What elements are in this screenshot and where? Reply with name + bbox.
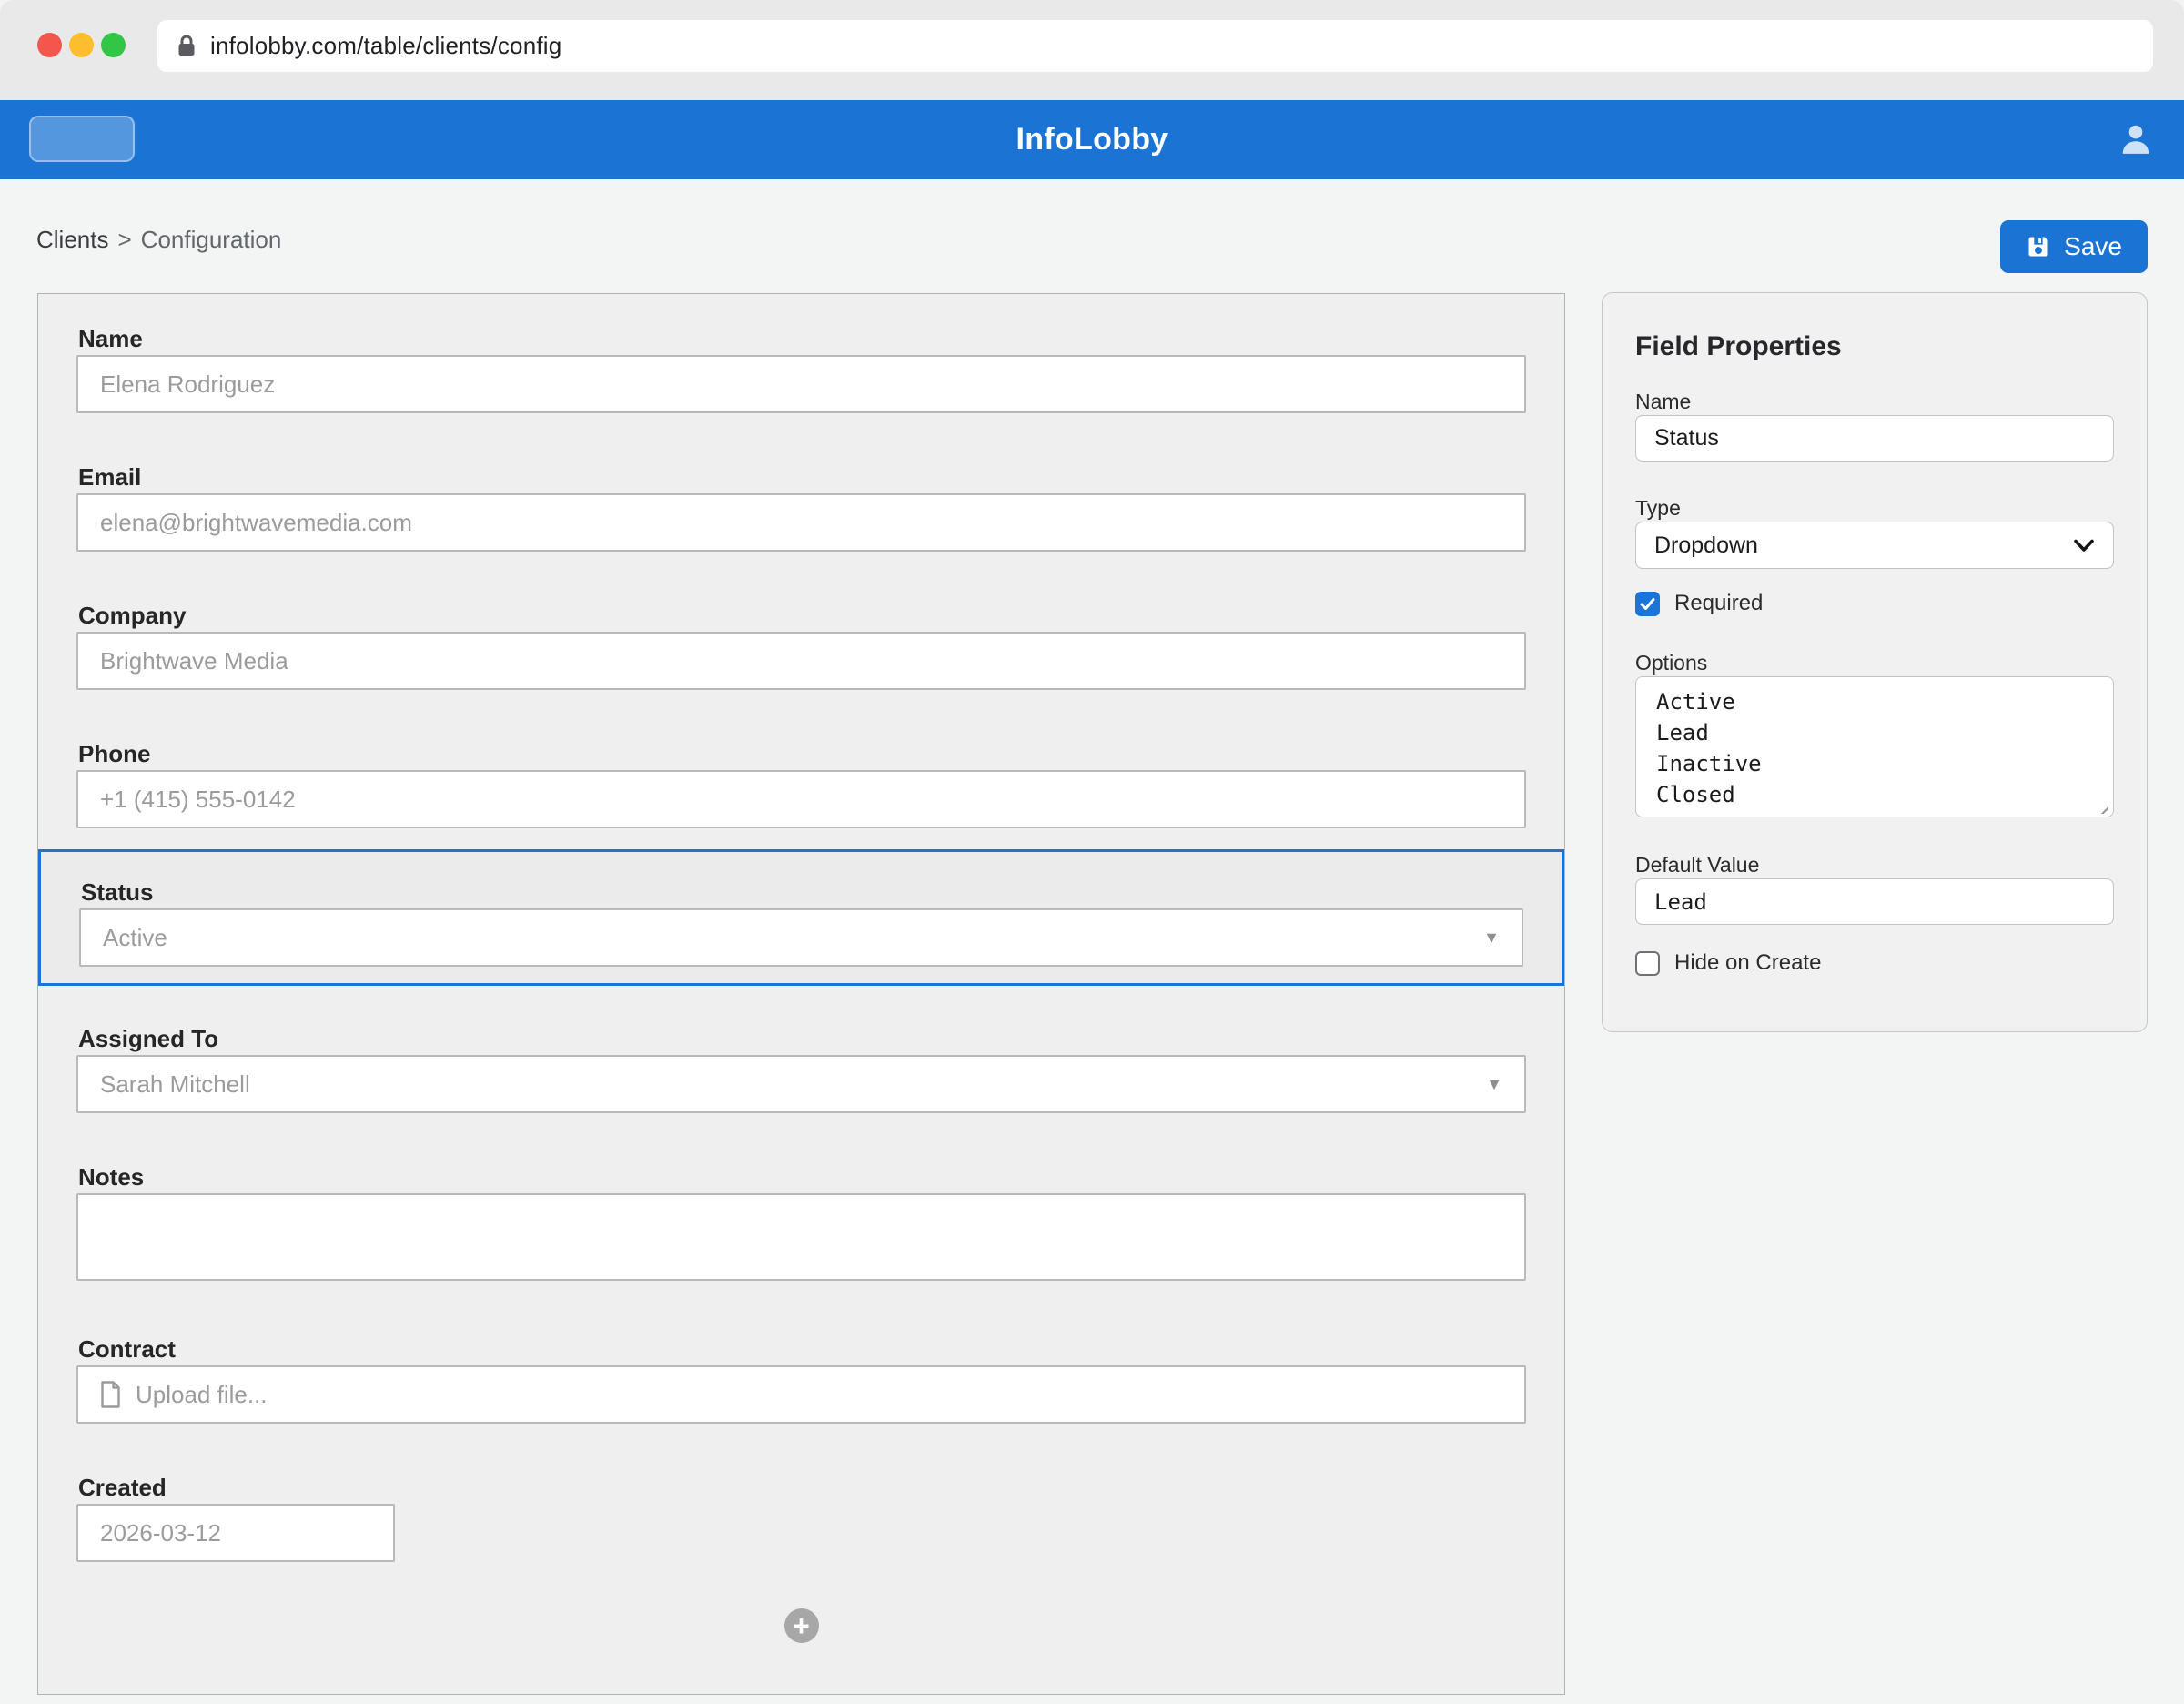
hide-on-create-label: Hide on Create (1674, 950, 1821, 976)
status-select-value: Active (103, 924, 167, 952)
field-row-assigned-to: Assigned To Sarah Mitchell ▼ (76, 1022, 1526, 1113)
user-icon[interactable] (2118, 122, 2153, 157)
field-label-company: Company (78, 599, 1526, 632)
field-row-phone: Phone (76, 737, 1526, 828)
field-row-email: Email (76, 461, 1526, 552)
save-button[interactable]: Save (2000, 220, 2148, 273)
lock-icon (176, 34, 197, 59)
field-properties-panel: Field Properties Name Type Dropdown Requ… (1602, 292, 2148, 1032)
field-label-status: Status (81, 876, 1523, 908)
panel-title: Field Properties (1635, 330, 2114, 364)
add-field-button[interactable]: + (784, 1608, 819, 1643)
field-label-email: Email (78, 461, 1526, 493)
property-name-label: Name (1635, 388, 2114, 415)
field-row-status-selected[interactable]: Status Active ▼ (38, 849, 1564, 986)
app-title: InfoLobby (0, 122, 2184, 157)
plus-icon: + (793, 1609, 810, 1642)
url-text: infolobby.com/table/clients/config (210, 32, 561, 60)
browser-chrome: infolobby.com/table/clients/config (0, 0, 2184, 100)
file-icon (100, 1381, 121, 1408)
name-input[interactable] (76, 355, 1526, 413)
url-bar[interactable]: infolobby.com/table/clients/config (157, 20, 2153, 72)
default-value-label: Default Value (1635, 851, 2114, 878)
default-value-input[interactable] (1635, 878, 2114, 925)
field-row-company: Company (76, 599, 1526, 690)
property-name-input[interactable] (1635, 415, 2114, 462)
company-input[interactable] (76, 632, 1526, 690)
menu-button[interactable] (29, 116, 135, 162)
options-textarea[interactable] (1635, 676, 2114, 817)
field-row-name: Name (76, 322, 1526, 413)
maximize-window-button[interactable] (101, 33, 126, 57)
email-input[interactable] (76, 493, 1526, 552)
field-label-created: Created (78, 1471, 1526, 1504)
dropdown-arrow-icon: ▼ (1486, 1075, 1502, 1094)
field-label-notes: Notes (78, 1161, 1526, 1193)
field-row-contract: Contract Upload file... (76, 1333, 1526, 1424)
hide-on-create-checkbox[interactable] (1635, 951, 1660, 976)
property-type-select[interactable]: Dropdown (1635, 522, 2114, 569)
assigned-to-select-value: Sarah Mitchell (100, 1070, 250, 1099)
field-label-contract: Contract (78, 1333, 1526, 1365)
breadcrumb-separator: > (117, 226, 131, 253)
required-row: Required (1635, 591, 2114, 616)
breadcrumb-current: Configuration (141, 226, 282, 253)
close-window-button[interactable] (37, 33, 62, 57)
required-label: Required (1674, 591, 1763, 616)
app-header: InfoLobby (0, 100, 2184, 179)
field-label-name: Name (78, 322, 1526, 355)
created-date-input[interactable] (76, 1504, 395, 1562)
save-label: Save (2064, 232, 2122, 261)
status-select[interactable]: Active ▼ (79, 908, 1523, 967)
save-icon (2026, 234, 2051, 259)
field-row-status: Status Active ▼ (79, 876, 1523, 967)
field-row-created: Created (76, 1471, 1526, 1562)
breadcrumb: Clients > Configuration (36, 226, 281, 254)
contract-upload[interactable]: Upload file... (76, 1365, 1526, 1424)
notes-textarea[interactable] (76, 1193, 1526, 1281)
chevron-down-icon (2073, 539, 2095, 553)
field-label-assigned-to: Assigned To (78, 1022, 1526, 1055)
required-checkbox[interactable] (1635, 592, 1660, 616)
property-type-label: Type (1635, 494, 2114, 522)
property-type-value: Dropdown (1654, 532, 1758, 559)
add-field-row: + (76, 1608, 1526, 1643)
hide-on-create-row: Hide on Create (1635, 950, 2114, 976)
upload-placeholder: Upload file... (136, 1381, 268, 1409)
minimize-window-button[interactable] (69, 33, 94, 57)
phone-input[interactable] (76, 770, 1526, 828)
field-label-phone: Phone (78, 737, 1526, 770)
breadcrumb-parent[interactable]: Clients (36, 226, 108, 253)
options-textarea-wrap (1635, 676, 2114, 822)
options-label: Options (1635, 649, 2114, 676)
field-row-notes: Notes (76, 1161, 1526, 1285)
dropdown-arrow-icon: ▼ (1483, 928, 1500, 948)
assigned-to-select[interactable]: Sarah Mitchell ▼ (76, 1055, 1526, 1113)
record-form-card: Name Email Company Phone Status Active ▼… (37, 293, 1565, 1695)
checkmark-icon (1640, 597, 1655, 611)
